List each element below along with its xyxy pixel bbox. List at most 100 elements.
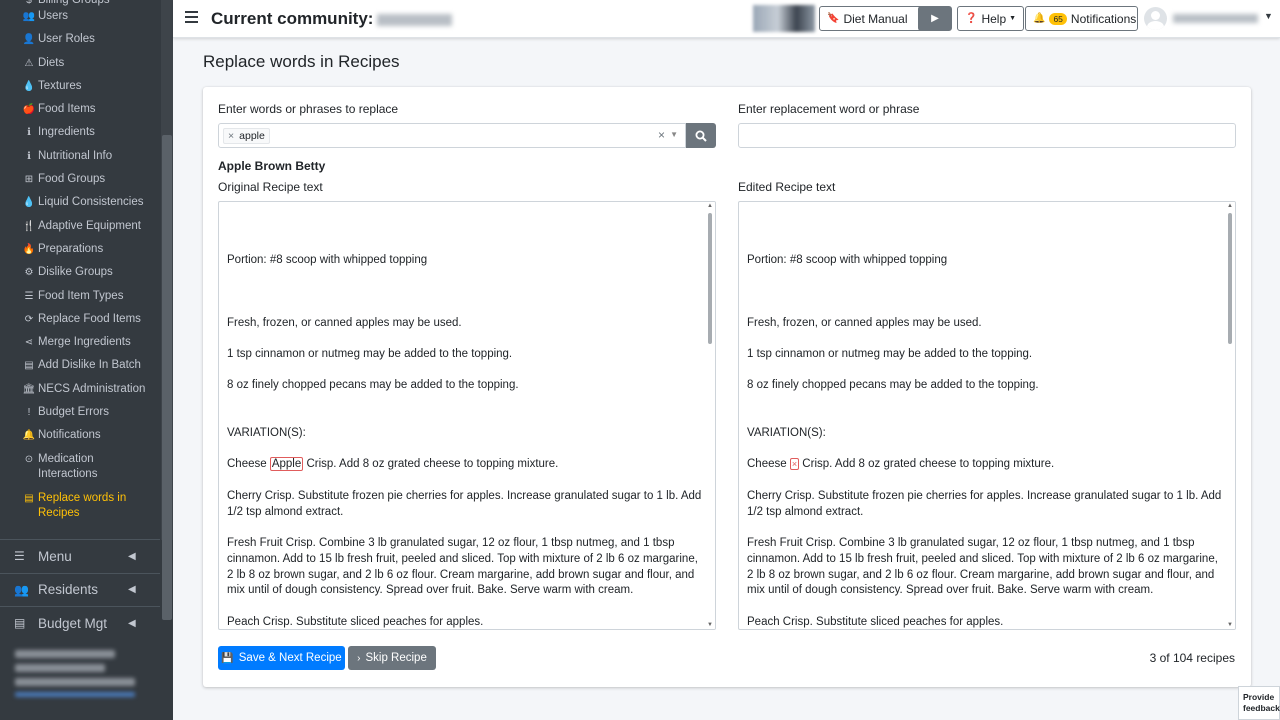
menu-icon: ☰: [14, 549, 25, 564]
scroll-up-icon[interactable]: ▲: [1227, 203, 1233, 209]
feedback-button[interactable]: Provide feedback: [1238, 686, 1280, 720]
original-recipe-textarea[interactable]: Portion: #8 scoop with whipped topping F…: [218, 201, 716, 630]
sidebar-item-label: Preparations: [38, 242, 104, 255]
variation-peach: Peach Crisp. Substitute sliced peaches f…: [747, 616, 1004, 628]
chevron-right-icon: ›: [357, 652, 361, 664]
sidebar-item-budget-errors[interactable]: ! Budget Errors: [0, 401, 160, 424]
sidebar-item-notifications[interactable]: 🔔 Notifications: [0, 424, 160, 447]
user-name[interactable]: [1173, 14, 1258, 23]
sidebar-item-label: Budget Errors: [38, 406, 109, 419]
sidebar-item-liquid-consistencies[interactable]: 💧 Liquid Consistencies: [0, 191, 160, 214]
sidebar-item-label: Add Dislike In Batch: [38, 359, 141, 372]
variations-heading: VARIATION(S):: [227, 427, 306, 439]
fire-icon: 🔥: [22, 243, 36, 255]
users-icon: 👥: [22, 11, 36, 22]
sidebar-item-nutritional-info[interactable]: ℹ Nutritional Info: [0, 145, 160, 168]
sidebar-item-label: Liquid Consistencies: [38, 196, 144, 209]
save-next-button[interactable]: 💾 Save & Next Recipe: [218, 646, 345, 670]
sidebar-item-label: NECS Administration: [38, 382, 146, 395]
sidebar-item-label: User Roles: [38, 33, 95, 46]
sidebar-item-add-dislike-in-batch[interactable]: ▤ Add Dislike In Batch: [0, 354, 160, 377]
sidebar-item-medication-interactions[interactable]: ⊙ Medication Interactions: [0, 448, 160, 487]
original-text-label: Original Recipe text: [218, 180, 323, 194]
skip-recipe-button[interactable]: › Skip Recipe: [348, 646, 436, 670]
scroll-down-icon[interactable]: ▼: [1227, 622, 1233, 628]
search-icon: [695, 130, 707, 142]
file-icon: ▤: [24, 360, 34, 372]
sidebar-item-replace-food-items[interactable]: ⟳ Replace Food Items: [0, 308, 160, 331]
utensils-icon: 🍴: [22, 220, 36, 232]
file-text-icon: ▤: [24, 492, 34, 504]
sidebar-scrollbar[interactable]: [161, 0, 173, 620]
sidebar-item-replace-words-in-recipes[interactable]: ▤ Replace words in Recipes: [0, 487, 160, 526]
sidebar-item-necs-administration[interactable]: 🏛 NECS Administration: [0, 378, 160, 401]
sidebar-item-preparations[interactable]: 🔥 Preparations: [0, 238, 160, 261]
sidebar-item-label: Food Groups: [38, 173, 106, 186]
sidebar-item-merge-ingredients[interactable]: ⋖ Merge Ingredients: [0, 331, 160, 354]
play-button[interactable]: ▶: [918, 6, 952, 31]
share-icon: ⋖: [24, 337, 34, 349]
recipe-count: 3 of 104 recipes: [1149, 651, 1235, 665]
sidebar-scroll-thumb[interactable]: [162, 135, 172, 620]
sidebar-group-label: Residents: [38, 582, 99, 598]
user-menu-caret-icon[interactable]: ▼: [1264, 11, 1273, 21]
sidebar-item-users[interactable]: 👥 Users: [0, 5, 160, 28]
notifications-button[interactable]: 🔔 65 Notifications: [1025, 6, 1138, 31]
scroll-up-icon[interactable]: ▲: [707, 203, 713, 209]
exclamation-icon: !: [27, 407, 31, 419]
scroll-thumb[interactable]: [708, 213, 712, 344]
sidebar-item-food-items[interactable]: 🍎 Food Items: [0, 98, 160, 121]
list-icon: ☰: [24, 290, 34, 302]
removed-match-marker[interactable]: ×: [789, 458, 800, 470]
sidebar-item-diets[interactable]: ⚠ Diets: [0, 52, 160, 75]
edited-scrollbar[interactable]: ▲ ▼: [1224, 202, 1235, 629]
sidebar-group-residents[interactable]: 👥 Residents ◀: [0, 572, 160, 607]
replacement-input[interactable]: [738, 123, 1236, 148]
droplet-icon: 💧: [22, 80, 36, 92]
community-title: Current community:: [211, 9, 453, 29]
select-caret-icon[interactable]: ▼: [670, 130, 678, 139]
sidebar-item-ingredients[interactable]: ℹ Ingredients: [0, 121, 160, 144]
sidebar-item-label: Food Item Types: [38, 289, 124, 302]
sidebar-group-budget-mgt[interactable]: ▤ Budget Mgt ◀: [0, 606, 160, 640]
note-text: 1 tsp cinnamon or nutmeg may be added to…: [227, 348, 513, 360]
sidebar-item-food-groups[interactable]: ⊞ Food Groups: [0, 168, 160, 191]
note-text: Fresh, frozen, or canned apples may be u…: [227, 317, 462, 329]
note-text: 8 oz finely chopped pecans may be added …: [227, 379, 519, 391]
edited-recipe-textarea[interactable]: Portion: #8 scoop with whipped topping F…: [738, 201, 1236, 630]
remove-tag-icon[interactable]: ×: [228, 130, 234, 142]
sidebar-item-label: Ingredients: [38, 126, 95, 139]
variation-fresh: Fresh Fruit Crisp. Combine 3 lb granulat…: [747, 537, 1218, 597]
hamburger-icon[interactable]: [185, 11, 198, 23]
user-avatar[interactable]: [1144, 7, 1167, 30]
note-text: 1 tsp cinnamon or nutmeg may be added to…: [747, 348, 1033, 360]
sidebar-item-user-roles[interactable]: 👤 User Roles: [0, 28, 160, 51]
user-roles-icon: 👤: [22, 34, 36, 46]
search-button[interactable]: [686, 123, 716, 148]
sidebar-item-label: Replace words in Recipes: [38, 491, 127, 519]
chevron-left-icon: ◀: [128, 550, 136, 562]
sidebar-item-dislike-groups[interactable]: ⚙ Dislike Groups: [0, 261, 160, 284]
sidebar-item-textures[interactable]: 💧 Textures: [0, 75, 160, 98]
binoculars-icon: ⊙: [24, 453, 34, 465]
sidebar-item-adaptive-equipment[interactable]: 🍴 Adaptive Equipment: [0, 215, 160, 238]
save-icon: 💾: [221, 652, 234, 664]
sidebar-item-label: Users: [38, 10, 69, 22]
help-dropdown[interactable]: ❓ Help ▼: [957, 6, 1025, 31]
variation-cheese: Cheese Apple Crisp. Add 8 oz grated chee…: [227, 457, 559, 471]
sidebar-item-food-item-types[interactable]: ☰ Food Item Types: [0, 285, 160, 308]
bank-icon: 🏛: [22, 383, 36, 395]
find-words-select[interactable]: × apple × ▼: [218, 123, 686, 148]
sync-icon: ⟳: [24, 313, 34, 325]
clear-select-icon[interactable]: ×: [658, 128, 665, 142]
community-label: Current community:: [211, 9, 374, 28]
top-navbar: Current community: 🔖 Diet Manual ▶ ❓ Help ▼…: [173, 0, 1280, 38]
sidebar-item-label: Nutritional Info: [38, 149, 113, 162]
sidebar-group-menu[interactable]: ☰ Menu ◀: [0, 539, 160, 573]
original-scrollbar[interactable]: ▲ ▼: [704, 202, 715, 629]
community-image: [753, 5, 815, 32]
scroll-thumb[interactable]: [1228, 213, 1232, 344]
apple-icon: 🍎: [22, 104, 36, 116]
scroll-down-icon[interactable]: ▼: [707, 622, 713, 628]
variation-peach: Peach Crisp. Substitute sliced peaches f…: [227, 616, 484, 628]
